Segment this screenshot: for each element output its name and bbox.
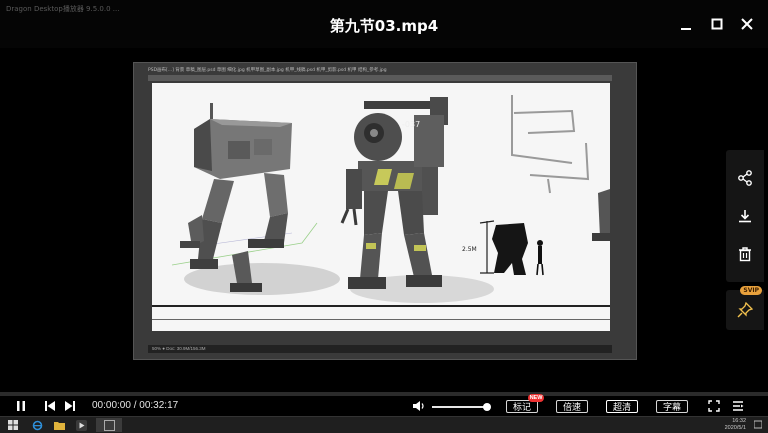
maximize-icon xyxy=(711,18,723,30)
windows-logo-icon xyxy=(8,420,18,430)
video-viewport[interactable]: PSD画布[...] 背景 草稿_图层.psd 草图 细化.jpg 机甲草图_副… xyxy=(0,48,768,393)
volume-slider[interactable] xyxy=(432,403,492,411)
video-title: 第九节03.mp4 xyxy=(329,17,439,35)
inner-tab-strip: PSD画布[...] 背景 草稿_图层.psd 草图 细化.jpg 机甲草图_副… xyxy=(148,68,387,73)
drawing-canvas: -037 2.5M xyxy=(152,83,610,331)
fullscreen-icon xyxy=(708,400,720,412)
taskbar-explorer[interactable] xyxy=(52,418,66,432)
volume-handle[interactable] xyxy=(483,403,492,411)
svip-badge: SVIP xyxy=(740,286,762,295)
speed-button[interactable]: 倍速 xyxy=(556,400,588,413)
title-bar: Dragon Desktop播放器 9.5.0.0 ... 第九节03.mp4 xyxy=(0,0,768,48)
download-button[interactable] xyxy=(726,196,764,236)
player-app-icon xyxy=(75,419,87,431)
playlist-icon xyxy=(733,401,744,411)
app-name: Dragon Desktop播放器 9.5.0.0 ... xyxy=(6,5,120,13)
current-time: 00:00:00 xyxy=(92,400,131,411)
taskbar-ie[interactable] xyxy=(30,418,44,432)
internet-explorer-icon xyxy=(32,420,42,430)
side-action-panel xyxy=(726,150,764,282)
taskbar-clock: 16:32 2020/5/1 xyxy=(725,418,746,432)
sketch-outlines xyxy=(511,95,590,194)
scale-silhouette-drawing: 2.5M xyxy=(462,220,544,276)
time-display: 00:00:00 / 00:32:17 xyxy=(92,400,178,411)
share-button[interactable] xyxy=(726,158,764,198)
subtitle-button[interactable]: 字幕 xyxy=(656,400,688,413)
pause-icon xyxy=(17,401,25,411)
previous-button[interactable] xyxy=(42,399,58,413)
pause-button[interactable] xyxy=(12,399,30,413)
fullscreen-button[interactable] xyxy=(706,399,722,413)
taskbar-app-player[interactable] xyxy=(74,418,88,432)
inner-status-strip: 50% ● Doc: 30.9M/156.3M xyxy=(148,345,612,353)
player-controls: 00:00:00 / 00:32:17 标记 倍速 超清 字幕 xyxy=(0,396,768,416)
video-frame: PSD画布[...] 背景 草稿_图层.psd 草图 细化.jpg 机甲草图_副… xyxy=(133,62,637,360)
partial-robot-right xyxy=(592,189,610,241)
total-duration: 00:32:17 xyxy=(139,400,179,411)
skip-next-icon xyxy=(65,401,75,411)
next-button[interactable] xyxy=(62,399,78,413)
volume-button[interactable] xyxy=(410,399,428,413)
active-window-icon xyxy=(103,419,115,431)
pin-button[interactable]: SVIP xyxy=(726,286,764,330)
delete-button[interactable] xyxy=(726,234,764,274)
skip-previous-icon xyxy=(45,401,55,411)
quality-button[interactable]: 超清 xyxy=(606,400,638,413)
new-badge: NEW xyxy=(528,394,544,402)
robot-code-label: -037 xyxy=(402,120,420,129)
delete-icon xyxy=(739,247,751,262)
start-button[interactable] xyxy=(6,418,20,432)
robot-concept-art: -037 2.5M xyxy=(152,95,610,320)
playlist-button[interactable] xyxy=(730,399,746,413)
robot-mech-drawing: -037 xyxy=(340,97,448,289)
inner-toolbar xyxy=(148,75,612,81)
taskbar-active-window[interactable] xyxy=(96,418,122,432)
clock-date: 2020/5/1 xyxy=(724,425,746,431)
volume-icon xyxy=(413,401,424,411)
folder-icon xyxy=(53,422,65,430)
pin-icon xyxy=(737,302,753,318)
download-icon xyxy=(739,210,751,223)
close-button[interactable] xyxy=(737,14,757,34)
show-desktop-button[interactable] xyxy=(752,418,764,432)
windows-taskbar: 16:32 2020/5/1 xyxy=(0,416,768,433)
volume-level xyxy=(432,406,488,408)
share-icon xyxy=(738,170,752,186)
minimize-button[interactable] xyxy=(676,14,696,34)
maximize-button[interactable] xyxy=(707,14,727,34)
notification-icon xyxy=(754,420,762,429)
close-icon xyxy=(741,18,753,30)
clock-time: 16:32 xyxy=(732,418,746,424)
minimize-icon xyxy=(681,28,691,30)
scale-label: 2.5M xyxy=(462,246,477,253)
